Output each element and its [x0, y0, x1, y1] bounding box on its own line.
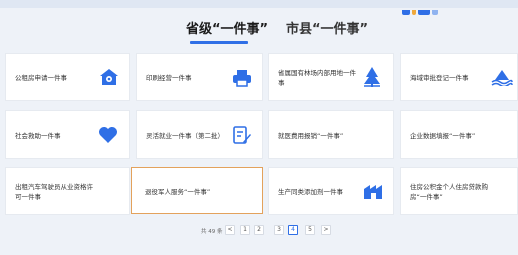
pagination: 共 49 条 < 1 2 3 4 5 >	[0, 225, 518, 237]
pagination-next-button[interactable]: >	[321, 225, 331, 235]
service-card-medical-reimbursement[interactable]: 就医费用报销“一件事”	[268, 110, 394, 159]
factory-icon	[364, 185, 382, 199]
card-label: 公租房申请一件事	[15, 74, 67, 82]
service-card-additives[interactable]: 生产同类添加剂一件事	[268, 167, 394, 215]
service-card-housing-fund-loan[interactable]: 住房公积金个人住房贷款购 房“一件事”	[400, 167, 518, 215]
service-card-flexible-employment[interactable]: 灵活就业一件事（第二批）	[136, 110, 263, 159]
card-label: 印刷经营一件事	[146, 74, 192, 82]
tab-bar: 省级“一件事” 市县“一件事”	[0, 10, 518, 44]
card-label: 社会救助一件事	[15, 132, 61, 140]
pagination-page-3[interactable]: 3	[274, 225, 284, 235]
forest-trees-icon	[364, 67, 380, 87]
pagination-page-4[interactable]: 4	[288, 225, 298, 235]
card-label: 企业数据填报“一件事”	[410, 132, 476, 140]
service-card-veterans[interactable]: 退役军人服务“一件事”	[131, 167, 263, 214]
service-card-social-assistance[interactable]: 社会救助一件事	[5, 110, 130, 159]
printer-icon	[233, 70, 251, 87]
service-card-taxi-driver[interactable]: 出租汽车驾驶员从业资格许 可一件事	[5, 167, 130, 215]
card-label-line1: 省属国有林场内部用地一件	[278, 69, 356, 77]
pagination-total: 共 49 条	[201, 229, 223, 235]
service-card-public-housing[interactable]: 公租房申请一件事	[5, 53, 130, 101]
card-label-line1: 出租汽车驾驶员从业资格许	[15, 183, 93, 191]
tab-provincial[interactable]: 省级“一件事”	[186, 18, 268, 37]
document-pen-icon	[233, 126, 251, 144]
active-tab-indicator	[190, 41, 248, 44]
card-label: 退役军人服务“一件事”	[145, 188, 211, 196]
house-gear-icon	[100, 69, 118, 85]
card-label-line2: 可一件事	[15, 193, 41, 201]
heart-hands-icon	[99, 127, 117, 143]
card-label-line2: 房“一件事”	[410, 193, 443, 201]
service-card-sea-area[interactable]: 海域审批登记一件事	[400, 53, 518, 101]
banner-decoration	[402, 0, 452, 15]
card-label: 海域审批登记一件事	[410, 74, 469, 82]
tab-city-county[interactable]: 市县“一件事”	[286, 18, 368, 37]
pagination-prev-button[interactable]: <	[225, 225, 235, 235]
service-card-enterprise-data[interactable]: 企业数据填报“一件事”	[400, 110, 518, 159]
pagination-page-5[interactable]: 5	[305, 225, 315, 235]
card-label: 灵活就业一件事（第二批）	[146, 132, 224, 140]
service-card-printing[interactable]: 印刷经营一件事	[136, 53, 263, 101]
card-label-line1: 住房公积金个人住房贷款购	[410, 183, 488, 191]
card-label: 就医费用报销“一件事”	[278, 132, 344, 140]
sea-island-icon	[491, 70, 513, 86]
card-label-line2: 事	[278, 79, 285, 87]
pagination-page-2[interactable]: 2	[254, 225, 264, 235]
service-card-forest-land[interactable]: 省属国有林场内部用地一件 事	[268, 53, 394, 101]
pagination-page-1[interactable]: 1	[240, 225, 250, 235]
card-label: 生产同类添加剂一件事	[278, 188, 343, 196]
